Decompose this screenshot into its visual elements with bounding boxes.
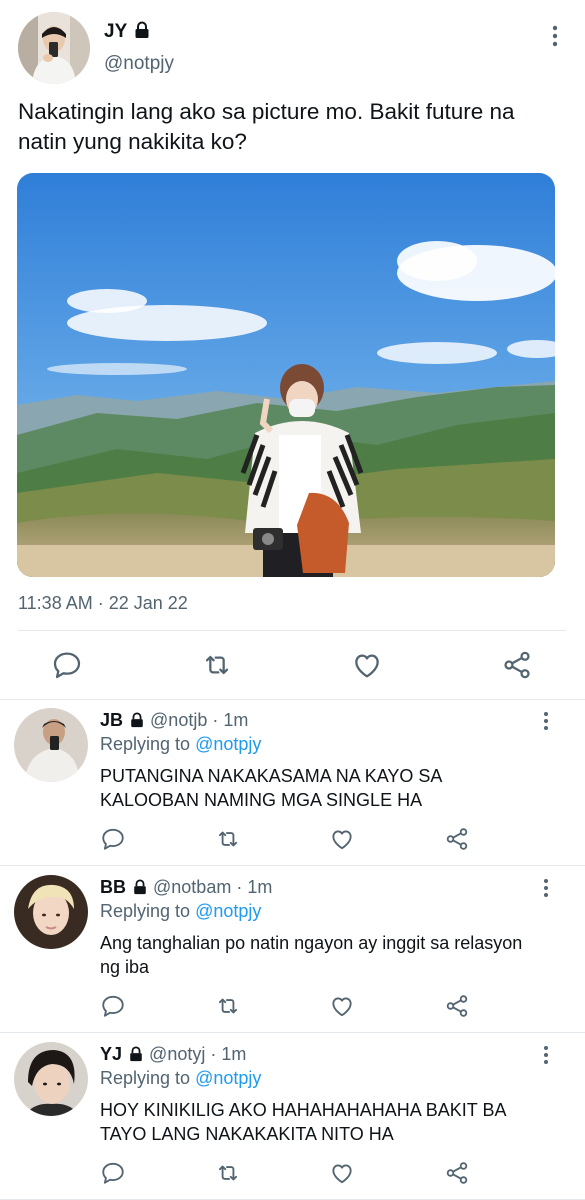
separator-dot: · [212,710,219,730]
reply-time[interactable]: 1m [223,710,248,730]
reply-tweet[interactable]: YJ @notyj · 1m Replying to @notpjy HOY K… [0,1034,585,1200]
more-icon[interactable] [544,24,566,48]
lock-icon [129,712,145,733]
main-tweet: JY @notpjy Nakatingin lang ako sa pictur… [0,0,585,700]
replying-to-link[interactable]: @notpjy [195,901,261,921]
replying-to-label: Replying to [100,734,191,754]
lock-icon [132,879,148,900]
tweet-text: Nakatingin lang ako sa picture mo. Bakit… [18,99,515,154]
retweet-icon[interactable] [215,1160,241,1186]
share-icon[interactable] [444,993,470,1019]
like-icon[interactable] [329,993,355,1019]
reply-header: BB @notbam · 1m [100,877,272,900]
reply-actions [0,991,585,1021]
replying-to-link[interactable]: @notpjy [195,1068,261,1088]
more-icon[interactable] [536,1044,556,1066]
replying-to-label: Replying to [100,1068,191,1088]
reply-actions [0,1158,585,1188]
replying-to: Replying to @notpjy [100,901,261,922]
retweet-icon[interactable] [215,993,241,1019]
reply-icon[interactable] [100,1160,126,1186]
reply-handle[interactable]: @notbam [153,877,231,897]
more-icon[interactable] [536,877,556,899]
reply-text: HOY KINIKILIG AKO HAHAHAHAHAHA BAKIT BA … [100,1100,506,1144]
lock-icon [133,21,151,45]
share-icon[interactable] [444,826,470,852]
tweet-photo[interactable] [17,173,555,577]
reply-icon[interactable] [100,826,126,852]
reply-time[interactable]: 1m [247,877,272,897]
tweet-actions [0,646,585,684]
replying-to-link[interactable]: @notpjy [195,734,261,754]
separator-dot: · [210,1044,217,1064]
like-icon[interactable] [329,1160,355,1186]
like-icon[interactable] [351,649,383,681]
lock-icon [128,1046,144,1067]
avatar[interactable] [14,1042,88,1116]
divider [18,630,566,631]
author-handle[interactable]: @notpjy [104,53,174,75]
reply-icon[interactable] [100,993,126,1019]
like-icon[interactable] [329,826,355,852]
more-icon[interactable] [536,710,556,732]
tweet-timestamp[interactable]: 11:38 AM · 22 Jan 22 [18,593,188,614]
replying-to-label: Replying to [100,901,191,921]
reply-author-name[interactable]: JB [100,710,123,730]
author-name[interactable]: JY [104,21,151,45]
reply-header: JB @notjb · 1m [100,710,248,733]
reply-actions [0,824,585,854]
reply-text: Ang tanghalian po natin ngayon ay inggit… [100,933,523,977]
reply-text: PUTANGINA NAKAKASAMA NA KAYO SA KALOOBAN… [100,766,442,810]
reply-handle[interactable]: @notjb [150,710,207,730]
replying-to: Replying to @notpjy [100,1068,261,1089]
author-name-text: JY [104,21,128,42]
share-icon[interactable] [501,649,533,681]
retweet-icon[interactable] [201,649,233,681]
reply-time[interactable]: 1m [221,1044,246,1064]
retweet-icon[interactable] [215,826,241,852]
reply-tweet[interactable]: BB @notbam · 1m Replying to @notpjy Ang … [0,867,585,1033]
reply-author-name[interactable]: BB [100,877,126,897]
reply-tweet[interactable]: JB @notjb · 1m Replying to @notpjy PUTAN… [0,700,585,866]
share-icon[interactable] [444,1160,470,1186]
avatar[interactable] [18,12,90,84]
reply-author-name[interactable]: YJ [100,1044,122,1064]
avatar[interactable] [14,875,88,949]
reply-icon[interactable] [51,649,83,681]
avatar[interactable] [14,708,88,782]
reply-header: YJ @notyj · 1m [100,1044,246,1067]
replying-to: Replying to @notpjy [100,734,261,755]
separator-dot: · [236,877,243,897]
reply-handle[interactable]: @notyj [149,1044,205,1064]
